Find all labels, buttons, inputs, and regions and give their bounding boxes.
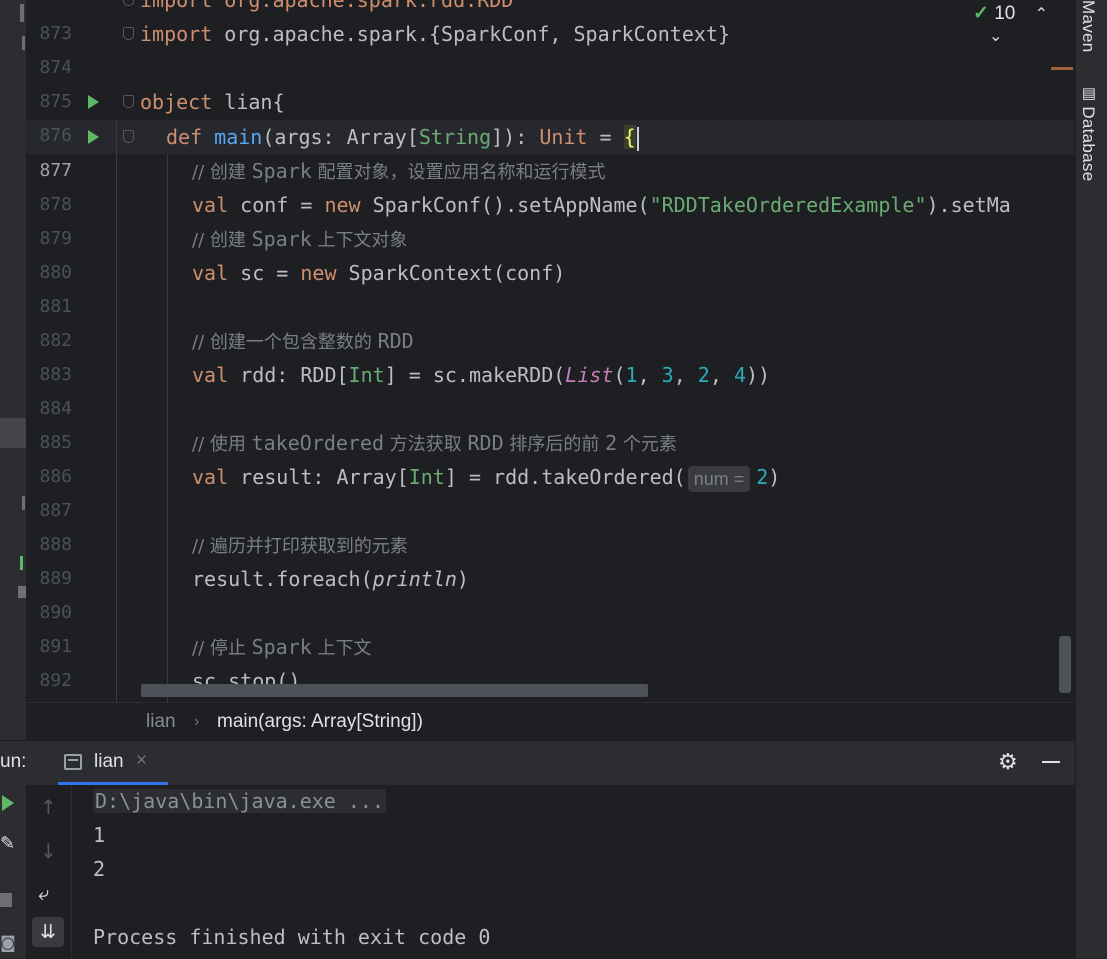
code-comment: // 遍历并打印获取到的元素 [192,536,408,557]
left-tool-strip [0,0,26,740]
scroll-to-end-icon[interactable]: ⇊ [32,917,64,947]
wrench-icon[interactable]: ✎ [0,833,15,854]
code-text: val rdd: RDD[Int] = sc.makeRDD(List(1, 3… [192,363,771,387]
tool-marker [22,36,25,50]
code-comment: // 停止 Spark 上下文 [192,635,372,659]
tool-marker [20,556,23,570]
run-gutter-icon[interactable] [88,95,99,109]
code-line[interactable]: 886 // 使用 takeOrdered 方法获取 RDD 排序后的前 2 个… [26,426,1075,487]
run-tab-lian[interactable]: lian × [58,741,170,785]
run-gutter-icon[interactable] [88,130,99,144]
run-tab-label: lian [94,751,124,772]
code-line[interactable]: 887 val result: Array[Int] = rdd.takeOrd… [26,460,1075,521]
up-arrow-icon[interactable]: ↑ [40,795,57,819]
close-icon[interactable]: × [136,750,147,772]
rerun-icon[interactable] [2,795,14,811]
database-tool-tab[interactable]: ▤Database [1078,84,1098,182]
run-panel-label: un: [0,751,27,772]
code-text: import org.apache.spark.{SparkConf, Spar… [140,22,731,46]
code-comment: // 创建 Spark 配置对象，设置应用名称和运行模式 [192,159,606,183]
code-text: val result: Array[Int] = rdd.takeOrdered… [192,460,780,494]
code-text: object lian{ [140,90,285,114]
console-command-line: D:\java\bin\java.exe ... [93,789,386,813]
code-line[interactable]: 892 // 停止 Spark 上下文 [26,630,1075,691]
code-text: val conf = new SparkConf().setAppName("R… [192,193,1011,217]
code-text: val sc = new SparkContext(conf) [192,261,566,285]
code-line-current[interactable]: 877 def main(args: Array[String]): Unit … [26,120,1075,181]
console-exit-line: Process finished with exit code 0 [93,925,491,949]
breadcrumb-item-main[interactable]: main(args: Array[String]) [217,703,423,741]
console-output-line: 1 [93,823,106,847]
code-line[interactable]: 888 [26,494,1075,555]
run-panel-header: un: lian × ⚙ [0,740,1075,785]
code-comment: // 使用 takeOrdered 方法获取 RDD 排序后的前 2 个元素 [192,431,677,455]
console-icon [64,754,82,770]
breadcrumb-separator: › [194,713,200,730]
code-comment: // 创建 Spark 上下文对象 [192,227,408,251]
code-line[interactable]: 882 [26,290,1075,351]
code-line[interactable]: 873 import org.apache.spark.rdd.RDD [26,0,1075,44]
fold-icon[interactable] [123,0,134,6]
tool-marker [0,418,26,448]
code-text: import org.apache.spark.rdd.RDD [140,0,514,12]
gear-icon[interactable]: ⚙ [998,749,1018,775]
maven-tool-tab[interactable]: Maven [1078,0,1098,53]
minimize-icon[interactable] [1042,761,1060,763]
stop-icon[interactable] [0,893,12,907]
code-line[interactable]: 884 val rdd: RDD[Int] = sc.makeRDD(List(… [26,358,1075,419]
code-line[interactable]: 890 result.foreach(println) [26,562,1075,623]
fold-icon[interactable] [123,27,134,40]
code-line[interactable]: 874 import org.apache.spark.{SparkConf, … [26,17,1075,78]
code-text: result.foreach(println) [192,567,469,591]
code-editor[interactable]: ✓ 10 ⌃ ⌄ 873 import org.apache.spark.rdd… [26,0,1075,702]
code-line[interactable]: 889 // 遍历并打印获取到的元素 [26,528,1075,589]
tool-marker [18,586,26,598]
code-comment: // 创建一个包含整数的 RDD [192,329,414,353]
code-text: def main(args: Array[String]): Unit = { [166,120,639,154]
soft-wrap-icon[interactable]: ⤶ [38,881,49,905]
run-toolbar-right: ↑ ↓ ⤶ ⇊ [26,785,72,959]
text-caret [636,126,639,151]
parameter-hint: num = [687,465,751,492]
fold-icon[interactable] [123,130,134,143]
fold-icon[interactable] [123,95,134,108]
code-line[interactable]: 880 // 创建 Spark 上下文对象 [26,222,1075,283]
run-toolbar-left: ✎ ◙ [0,785,26,959]
tool-marker [20,4,24,22]
breadcrumb: lian › main(args: Array[String]) [26,702,1075,741]
tool-marker [22,496,25,510]
code-line[interactable]: 878 // 创建 Spark 配置对象，设置应用名称和运行模式 [26,154,1075,215]
console-output-line: 2 [93,857,106,881]
breadcrumb-item-lian[interactable]: lian [146,703,176,741]
code-line[interactable]: 876 object lian{ [26,85,1075,146]
code-line[interactable]: 891 [26,596,1075,657]
horizontal-scrollbar[interactable] [141,684,648,697]
down-arrow-icon[interactable]: ↓ [40,839,57,863]
vertical-scrollbar[interactable] [1059,636,1071,693]
code-line[interactable]: 875 [26,51,1075,112]
code-line[interactable]: 885 [26,392,1075,453]
run-console[interactable]: D:\java\bin\java.exe ... 1 2 Process fin… [72,785,1075,959]
code-line[interactable]: 881 val sc = new SparkContext(conf) [26,256,1075,317]
database-icon: ▤ [1080,84,1097,103]
camera-icon[interactable]: ◙ [0,933,16,952]
code-line[interactable]: 883 // 创建一个包含整数的 RDD [26,324,1075,385]
code-line[interactable]: 879 val conf = new SparkConf().setAppNam… [26,188,1075,249]
